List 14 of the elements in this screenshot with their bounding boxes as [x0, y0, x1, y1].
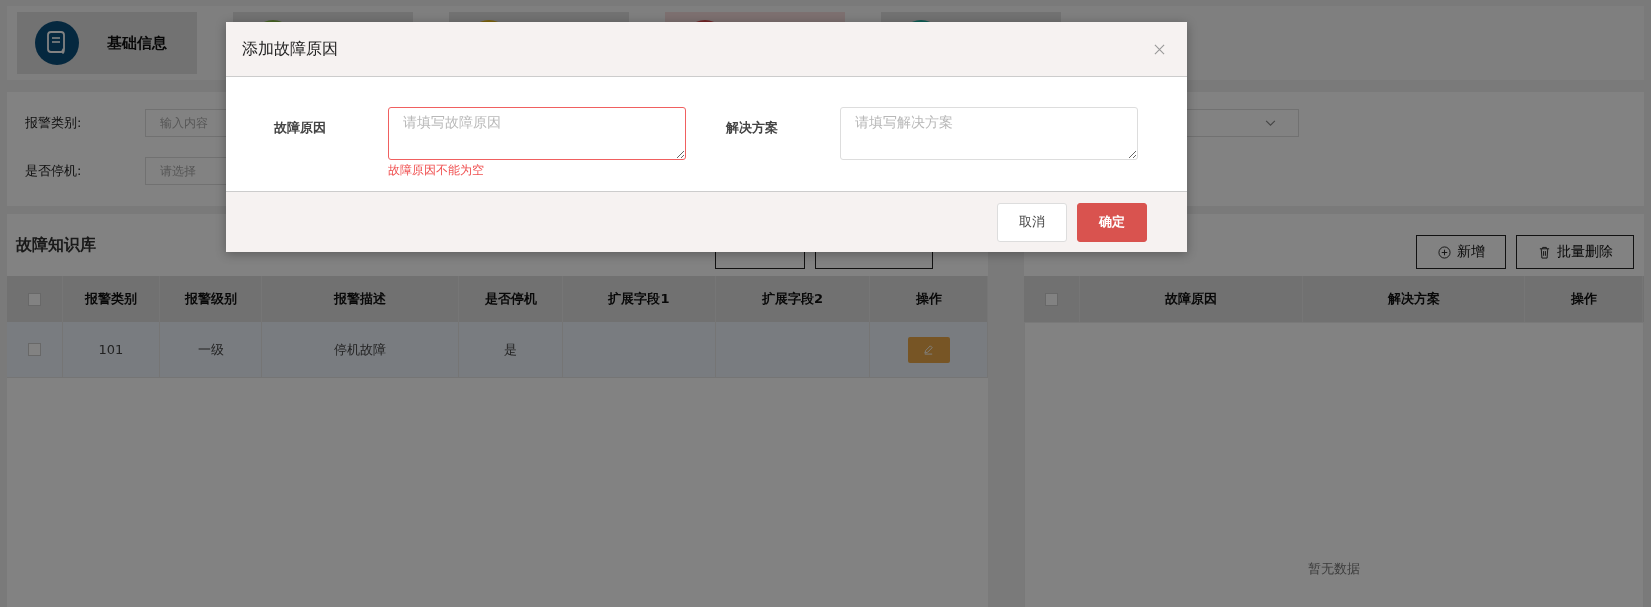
field-label: 解决方案 — [726, 119, 779, 137]
empty-message: 暂无数据 — [1308, 560, 1360, 578]
table-cell: 停机故障 — [262, 322, 459, 377]
filter-label: 是否停机: — [25, 162, 83, 180]
filter-label: 报警类别: — [25, 114, 83, 132]
error-message: 故障原因不能为空 — [388, 162, 485, 179]
dialog-title: 添加故障原因 — [242, 38, 338, 60]
panel-title: 故障知识库 — [16, 234, 96, 256]
column-header: 操作 — [1525, 276, 1643, 322]
field-label: 故障原因 — [274, 119, 327, 137]
table-cell: 101 — [63, 322, 160, 377]
table-cell: 是 — [459, 322, 563, 377]
column-header: 解决方案 — [1303, 276, 1525, 322]
column-header: 故障原因 — [1080, 276, 1303, 322]
